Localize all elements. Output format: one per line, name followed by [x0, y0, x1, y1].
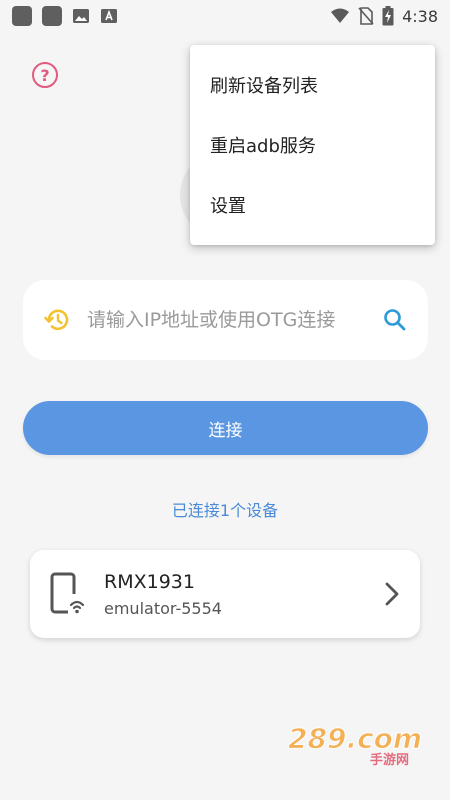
- wifi-icon: [331, 8, 350, 23]
- no-sim-icon: [358, 7, 374, 25]
- app-notification-icon: [42, 6, 62, 26]
- menu-item-settings[interactable]: 设置: [190, 175, 435, 235]
- menu-item-refresh-devices[interactable]: 刷新设备列表: [190, 55, 435, 115]
- watermark-subtext: 手游网: [370, 752, 409, 768]
- battery-charging-icon: [382, 6, 394, 26]
- connected-count-link[interactable]: 已连接1个设备: [0, 497, 450, 521]
- search-icon[interactable]: [382, 307, 408, 333]
- search-bar[interactable]: 请输入IP地址或使用OTG连接: [23, 280, 428, 360]
- status-bar: 4:38: [0, 0, 450, 32]
- menu-item-restart-adb[interactable]: 重启adb服务: [190, 115, 435, 175]
- image-icon: [73, 9, 89, 23]
- help-icon[interactable]: ?: [32, 62, 58, 88]
- overflow-menu: 刷新设备列表 重启adb服务 设置: [190, 45, 435, 245]
- search-input[interactable]: 请输入IP地址或使用OTG连接: [87, 307, 366, 333]
- connect-button[interactable]: 连接: [23, 401, 428, 455]
- device-card[interactable]: RMX1931 emulator-5554: [30, 550, 420, 638]
- app-notification-icon: [12, 6, 32, 26]
- device-name: RMX1931: [104, 570, 195, 593]
- chevron-right-icon[interactable]: [384, 581, 400, 607]
- watermark-text: 289.com: [288, 722, 422, 755]
- font-icon: [101, 9, 117, 23]
- watermark-logo: 289.com 手游网: [288, 722, 423, 769]
- status-time: 4:38: [402, 6, 438, 26]
- device-serial: emulator-5554: [104, 598, 222, 618]
- history-icon[interactable]: [43, 306, 71, 334]
- phone-wifi-icon: [50, 572, 86, 616]
